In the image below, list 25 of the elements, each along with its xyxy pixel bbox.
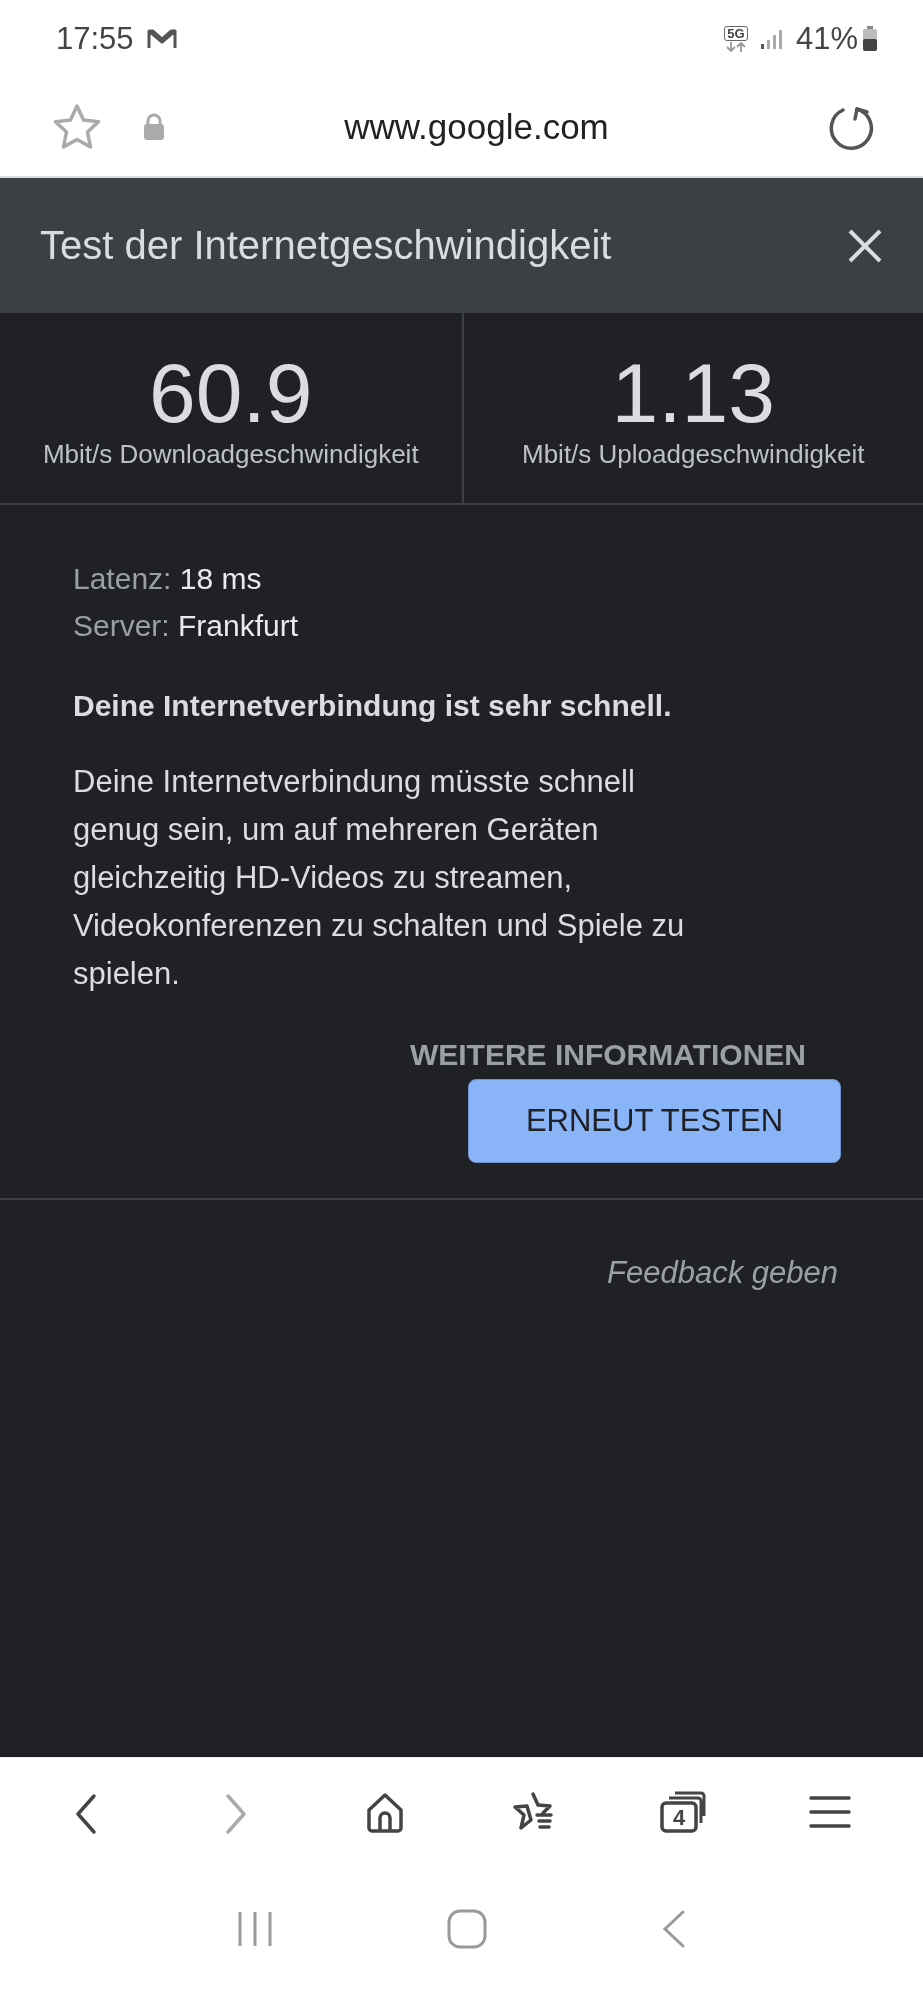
detail-text: Latenz: 18 ms	[73, 561, 263, 597]
detail-text: Server: Frankfurt	[73, 608, 300, 644]
star-icon[interactable]	[52, 103, 102, 151]
signal-icon	[759, 28, 784, 50]
battery-level: 41%	[795, 21, 858, 57]
clock: 17:55	[56, 21, 134, 57]
speed-value: 1.13	[611, 350, 775, 435]
speed-value: 60.9	[149, 350, 313, 435]
network-indicator: 5G	[723, 25, 748, 53]
url-text[interactable]: www.google.com	[126, 107, 827, 147]
retest-button[interactable]: ERNEUT TESTEN	[468, 1079, 841, 1163]
dialog-title: Test der Internetgeschwindigkeit	[40, 223, 613, 268]
home-button-icon[interactable]	[447, 1909, 488, 1949]
speed-label: Mbit/s Downloadgeschwindigkeit	[42, 438, 419, 470]
verdict-text: Deine Internetverbindung ist sehr schnell.	[73, 689, 673, 723]
more-info-link[interactable]: WEITERE INFORMATIONEN	[409, 1038, 806, 1072]
tab-count: 4	[672, 1804, 687, 1831]
speed-label: Mbit/s Uploadgeschwindigkeit	[522, 438, 865, 470]
close-icon[interactable]	[847, 227, 883, 264]
description-text: Deine Internetverbindung müsste schnell genug sein, um auf mehreren Geräten gleichzeitig HD-Videos zu streamen, Videokonferenzen zu schalten und Spiele zu spielen.	[73, 763, 686, 993]
feedback-link[interactable]: Feedback geben	[607, 1255, 838, 1291]
tabs-icon[interactable]	[659, 1790, 708, 1836]
recent-apps-icon[interactable]	[237, 1909, 274, 1949]
mail-icon	[145, 27, 178, 51]
battery-icon	[862, 26, 878, 52]
